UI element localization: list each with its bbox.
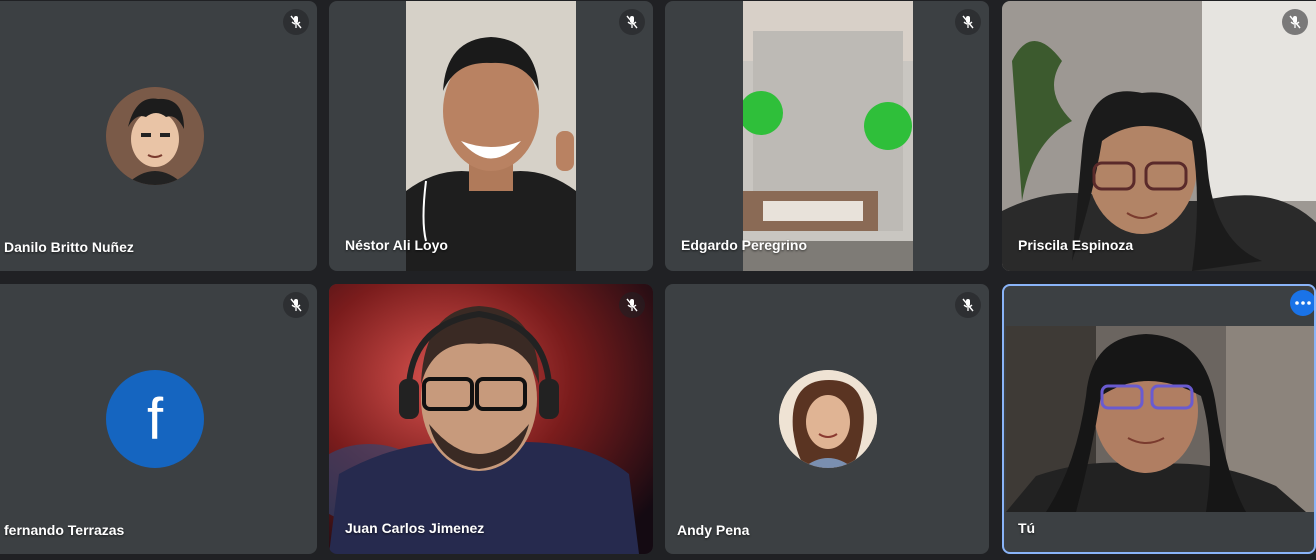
mic-off-icon (619, 9, 645, 35)
participant-tile-priscila[interactable]: Priscila Espinoza (1002, 1, 1316, 271)
participant-name: Tú (1018, 520, 1036, 536)
facebook-avatar: f (106, 370, 204, 468)
participant-name: Danilo Britto Nuñez (4, 239, 134, 255)
participant-name: Andy Pena (677, 522, 750, 538)
mic-off-icon (619, 292, 645, 318)
mic-off-icon (1282, 9, 1308, 35)
video-feed (743, 1, 913, 271)
mic-off-icon (283, 9, 309, 35)
participant-tile-self[interactable]: Tú (1002, 284, 1316, 554)
mic-off-icon (955, 9, 981, 35)
profile-avatar (106, 87, 204, 185)
avatar-letter: f (146, 386, 164, 452)
participant-tile-fernando[interactable]: f fernando Terrazas (0, 284, 317, 554)
mic-off-icon (955, 292, 981, 318)
video-feed (1002, 1, 1316, 271)
participant-name: Edgardo Peregrino (681, 237, 808, 253)
participant-tile-juan-carlos[interactable]: Juan Carlos Jimenez (329, 284, 653, 554)
participant-tile-nestor[interactable]: Néstor Ali Loyo (329, 1, 653, 271)
profile-avatar (779, 370, 877, 468)
participant-name: Priscila Espinoza (1018, 237, 1134, 253)
participant-name: Juan Carlos Jimenez (345, 520, 485, 536)
participant-tile-edgardo[interactable]: Edgardo Peregrino (665, 1, 989, 271)
participant-tile-andy[interactable]: Andy Pena (665, 284, 989, 554)
mic-off-icon (283, 292, 309, 318)
video-feed (329, 284, 653, 554)
video-feed (406, 1, 576, 271)
participant-name: Néstor Ali Loyo (345, 237, 448, 253)
more-options-icon[interactable] (1290, 290, 1316, 316)
participant-tile-danilo[interactable]: Danilo Britto Nuñez (0, 1, 317, 271)
participant-name: fernando Terrazas (4, 522, 125, 538)
video-feed (1006, 326, 1316, 512)
